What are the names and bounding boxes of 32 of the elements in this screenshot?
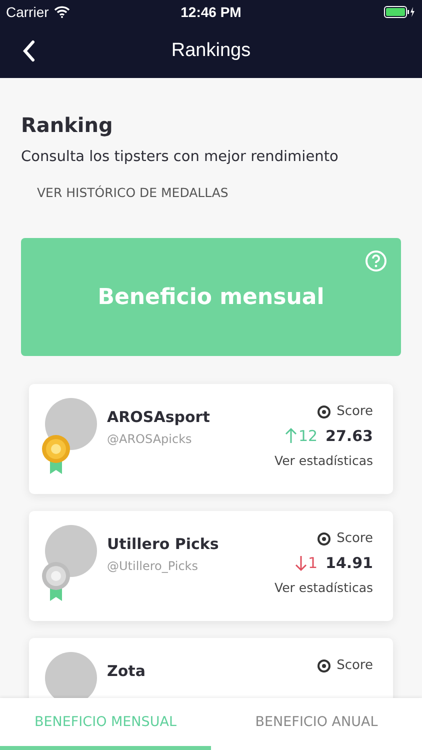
battery-icon	[384, 6, 416, 18]
target-icon	[316, 404, 331, 418]
stats-link[interactable]: Ver estadísticas	[274, 580, 373, 595]
avatar-photo-placeholder	[45, 652, 97, 698]
tipster-handle: @AROSApicks	[107, 432, 193, 446]
tipster-card[interactable]: Zota Score	[29, 638, 393, 698]
tipster-handle: @Utillero_Picks	[107, 559, 199, 573]
tipster-name: Utillero Picks	[107, 535, 220, 553]
score-label: Score	[336, 658, 373, 673]
tab[interactable]: BENEFICIO ANUAL	[211, 698, 422, 750]
score-label: Score	[336, 404, 373, 419]
medal-history-link[interactable]: VER HISTÓRICO DE MEDALLAS	[37, 185, 228, 200]
wifi-icon	[54, 6, 70, 18]
score-value: 14.91	[326, 554, 373, 572]
tipster-name: Zota	[107, 662, 146, 680]
target-icon	[316, 658, 331, 672]
tipster-card[interactable]: Utillero Picks @Utillero_Picks Score 1 14.91 Ver estadísticas	[29, 511, 393, 621]
clock-time: 12:46 PM	[180, 4, 242, 20]
carrier-name: Carrier	[6, 4, 49, 20]
section-subtitle: Consulta los tipsters con mejor rendimiento	[21, 149, 340, 165]
rank-change: 12	[298, 427, 318, 445]
score-label: Score	[336, 531, 373, 546]
banner-title: Beneficio mensual	[98, 284, 324, 310]
score-value: 27.63	[326, 427, 373, 445]
stats-link[interactable]: Ver estadísticas	[274, 453, 373, 468]
rank-change: 1	[308, 554, 318, 572]
target-icon	[316, 532, 331, 546]
back-icon[interactable]	[22, 40, 36, 62]
section-title: Ranking	[21, 113, 114, 137]
tipster-name: AROSAsport	[107, 408, 211, 426]
tipster-card[interactable]: AROSAsport @AROSApicks Score 12 27.63 Ver estadísticas	[29, 384, 393, 494]
screen-title: Rankings	[171, 40, 251, 62]
